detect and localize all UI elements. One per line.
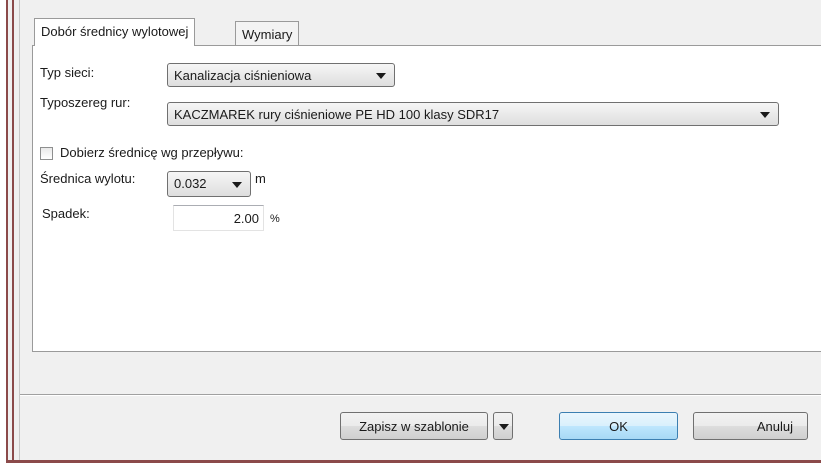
outlet-diameter-label: Średnica wylotu: (40, 171, 136, 186)
network-type-select[interactable]: Kanalizacja ciśnieniowa (167, 63, 395, 87)
chevron-down-icon (376, 73, 386, 79)
tab-label: Dobór średnicy wylotowej (41, 24, 189, 39)
footer-separator (20, 394, 821, 396)
chevron-down-icon (760, 112, 770, 118)
pipe-series-label: Typoszereg rur: (40, 95, 131, 110)
slope-unit: % (270, 213, 280, 225)
auto-diameter-checkbox[interactable] (40, 147, 53, 160)
slope-input[interactable]: 2.00 (173, 205, 264, 231)
cancel-label: Anuluj (756, 419, 793, 434)
pipe-series-select[interactable]: KACZMAREK rury ciśnieniowe PE HD 100 kla… (167, 102, 779, 126)
network-type-label: Typ sieci: (40, 65, 95, 80)
chevron-down-icon (232, 182, 242, 188)
pipe-series-value: KACZMAREK rury ciśnieniowe PE HD 100 kla… (174, 107, 500, 122)
network-type-value: Kanalizacja ciśnieniowa (174, 68, 312, 83)
tab-label: Wymiary (242, 27, 293, 42)
save-template-dropdown-button[interactable] (493, 412, 513, 440)
slope-label: Spadek: (42, 206, 90, 221)
outlet-diameter-value: 0.032 (174, 176, 207, 191)
ok-button[interactable]: OK (559, 412, 678, 440)
ok-label: OK (609, 419, 628, 434)
tab-outlet-diameter[interactable]: Dobór średnicy wylotowej (34, 18, 196, 46)
tab-dimensions[interactable]: Wymiary (235, 21, 300, 45)
dialog: Dobór średnicy wylotowej Wymiary Typ sie… (20, 0, 821, 460)
auto-diameter-label: Dobierz średnicę wg przepływu: (60, 145, 244, 160)
window-frame-left (6, 0, 20, 463)
slope-value: 2.00 (233, 211, 259, 226)
chevron-down-icon (499, 424, 509, 430)
tab-panel: Typ sieci: Kanalizacja ciśnieniowa Typos… (32, 45, 821, 352)
cancel-button[interactable]: Anuluj (693, 412, 808, 440)
outlet-diameter-unit: m (255, 171, 266, 186)
save-template-button[interactable]: Zapisz w szablonie (340, 412, 488, 440)
save-template-label: Zapisz w szablonie (359, 419, 469, 434)
outlet-diameter-select[interactable]: 0.032 (167, 171, 251, 197)
